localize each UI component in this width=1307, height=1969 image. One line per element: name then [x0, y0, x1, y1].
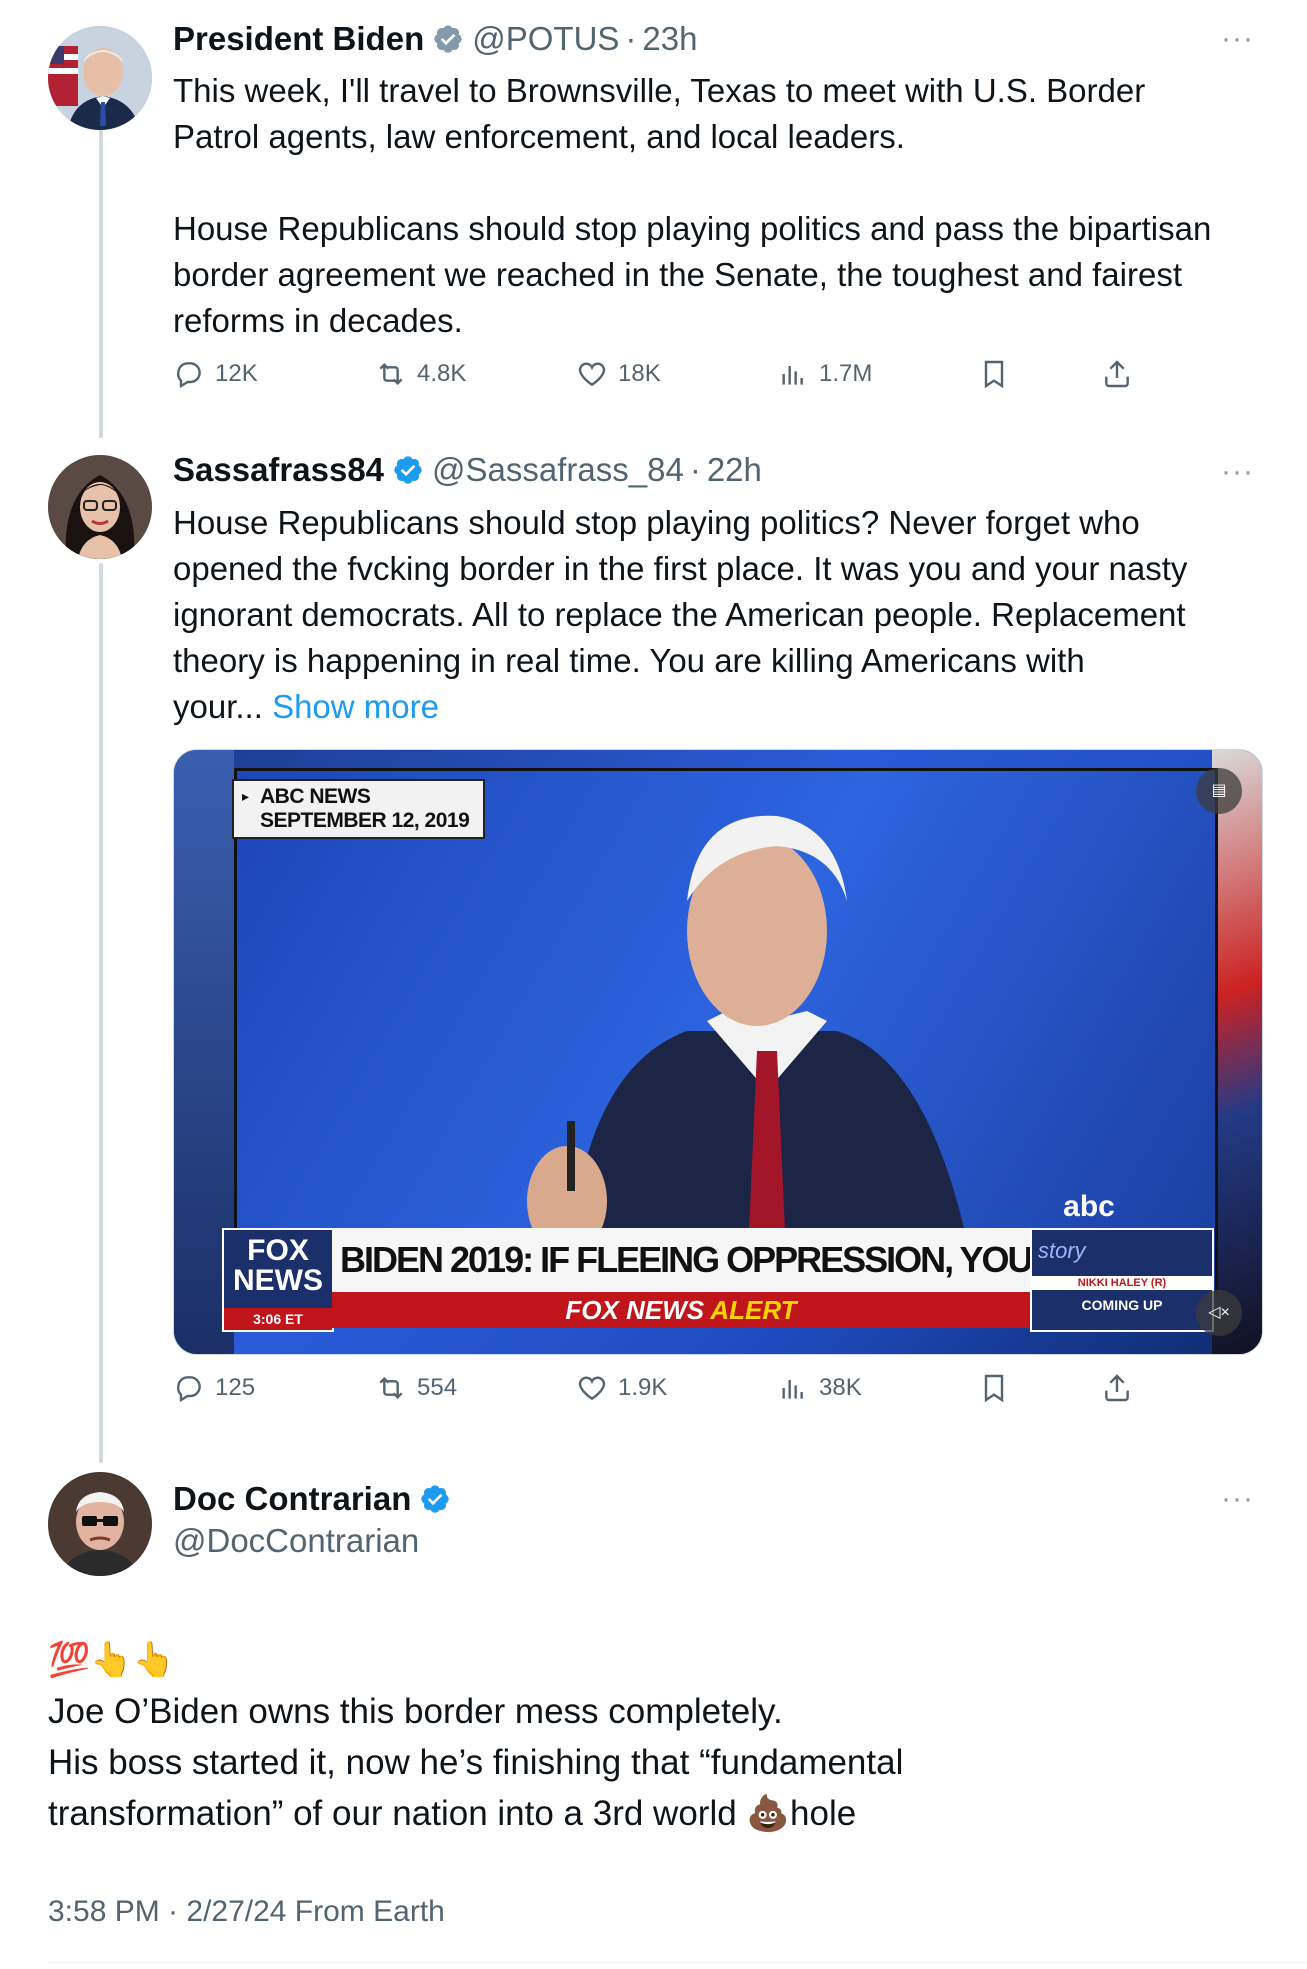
studio-background: [1212, 750, 1262, 1354]
avatar[interactable]: [48, 455, 152, 559]
action-bar: 12K 4.8K 18K 1.7M: [173, 358, 1153, 398]
tweet-header: President Biden @POTUS · 23h: [173, 20, 697, 58]
avatar[interactable]: [48, 1472, 152, 1576]
bookmark-icon: [984, 360, 1004, 389]
poop-emoji: 💩: [746, 1794, 791, 1833]
heart-icon: [578, 1376, 606, 1401]
captions-icon[interactable]: ▤: [1196, 768, 1242, 814]
story-title: story: [1038, 1238, 1086, 1263]
abc-news-tag: ABC NEWS SEPTEMBER 12, 2019: [232, 779, 486, 839]
verified-badge-icon: [421, 1485, 450, 1513]
display-name[interactable]: Doc Contrarian: [173, 1480, 411, 1518]
like-count: 1.9K: [618, 1374, 668, 1401]
divider: [48, 1962, 1307, 1963]
like-button[interactable]: 18K: [576, 358, 661, 390]
share-icon: [1105, 360, 1129, 388]
views-button[interactable]: 38K: [777, 1372, 862, 1404]
avatar[interactable]: [48, 26, 152, 130]
views-count: 1.7M: [819, 360, 873, 387]
story-box: story NIKKI HALEY (R) COMING UP: [1030, 1228, 1214, 1332]
show-more-link[interactable]: Show more: [272, 688, 439, 725]
thread-line-1: [99, 118, 103, 438]
like-count: 18K: [618, 360, 661, 387]
reply-count: 125: [215, 1374, 256, 1401]
verified-badge-icon: [434, 25, 462, 53]
views-icon: [782, 366, 803, 385]
more-options-icon[interactable]: ···: [1221, 1482, 1254, 1516]
views-count: 38K: [819, 1374, 862, 1401]
fox-news-logo: FOX NEWS 3:06 ET: [222, 1228, 334, 1332]
abc-tag-line1: ABC NEWS: [260, 785, 371, 808]
alert-yellow: ALERT: [710, 1295, 797, 1325]
repost-count: 4.8K: [417, 360, 467, 387]
emoji-line: 💯👆👆: [48, 1641, 176, 1679]
views-icon: [782, 1380, 803, 1399]
network-logo: abc: [1063, 1190, 1115, 1223]
display-name[interactable]: President Biden: [173, 20, 424, 58]
story-sub: NIKKI HALEY (R): [1032, 1276, 1212, 1290]
repost-icon: [379, 362, 403, 386]
more-options-icon[interactable]: ···: [1221, 455, 1254, 489]
reply-icon: [177, 1376, 201, 1403]
main-tweet-line1: Joe O’Biden owns this border mess comple…: [48, 1692, 783, 1731]
main-tweet-line3: transformation” of our nation into a 3rd…: [48, 1788, 1198, 1839]
tweet-header: Doc Contrarian: [173, 1480, 459, 1518]
handle-row: @DocContrarian: [173, 1522, 419, 1560]
bookmark-button[interactable]: [978, 358, 1020, 390]
repost-button[interactable]: 4.8K: [375, 358, 466, 390]
alert-bar: FOX NEWS ALERT: [332, 1292, 1030, 1328]
verified-badge-icon: [394, 456, 422, 484]
fox-logo-line2: NEWS: [233, 1264, 323, 1297]
reply-count: 12K: [215, 360, 258, 387]
alert-white: FOX NEWS: [565, 1295, 711, 1325]
like-button[interactable]: 1.9K: [576, 1372, 667, 1404]
reply-button[interactable]: 12K: [173, 358, 258, 390]
share-icon: [1105, 1374, 1129, 1402]
main-tweet-line3-a: transformation” of our nation into a 3rd…: [48, 1794, 747, 1833]
tweet-timestamp[interactable]: 3:58 PM · 2/27/24 From Earth: [48, 1895, 445, 1929]
action-bar: 125 554 1.9K 38K: [173, 1372, 1153, 1412]
separator-dot: ·: [625, 20, 637, 57]
abc-tag-line2: SEPTEMBER 12, 2019: [260, 809, 470, 832]
repost-count: 554: [417, 1374, 458, 1401]
bookmark-icon: [984, 1374, 1004, 1403]
display-name[interactable]: Sassafrass84: [173, 451, 384, 489]
more-options-icon[interactable]: ···: [1221, 22, 1254, 56]
timestamp[interactable]: 23h: [642, 20, 697, 58]
timestamp[interactable]: 22h: [707, 451, 762, 489]
main-tweet-line2: His boss started it, now he’s finishing …: [48, 1743, 904, 1782]
chyron-headline: BIDEN 2019: IF FLEEING OPPRESSION, YOU S…: [332, 1228, 1030, 1292]
bookmark-button[interactable]: [978, 1372, 1020, 1404]
handle[interactable]: @POTUS: [472, 20, 619, 58]
tweet-text: This week, I'll travel to Brownsville, T…: [173, 72, 1212, 339]
lower-third: FOX NEWS 3:06 ET BIDEN 2019: IF FLEEING …: [222, 1228, 1214, 1332]
repost-button[interactable]: 554: [375, 1372, 457, 1404]
handle[interactable]: @Sassafrass_84: [432, 451, 684, 489]
tweet-text: House Republicans should stop playing po…: [173, 500, 1263, 730]
share-button[interactable]: [1101, 1372, 1143, 1404]
story-coming: COMING UP: [1081, 1297, 1163, 1313]
video-player[interactable]: ABC NEWS SEPTEMBER 12, 2019 abc FOX NEWS…: [173, 749, 1263, 1355]
views-button[interactable]: 1.7M: [777, 358, 872, 390]
heart-icon: [578, 362, 606, 387]
thread-line-2: [99, 563, 103, 1463]
reply-button[interactable]: 125: [173, 1372, 255, 1404]
handle[interactable]: @DocContrarian: [173, 1522, 419, 1560]
main-tweet-line3-b: hole: [790, 1794, 857, 1833]
share-button[interactable]: [1101, 358, 1143, 390]
fox-time: 3:06 ET: [224, 1308, 332, 1330]
mute-icon[interactable]: ◁×: [1196, 1290, 1242, 1336]
fox-logo-line1: FOX: [247, 1234, 309, 1267]
tweet-header: Sassafrass84 @Sassafrass_84 · 22h: [173, 451, 762, 489]
reply-icon: [177, 362, 201, 389]
repost-icon: [379, 1376, 403, 1400]
separator-dot: ·: [689, 451, 701, 488]
